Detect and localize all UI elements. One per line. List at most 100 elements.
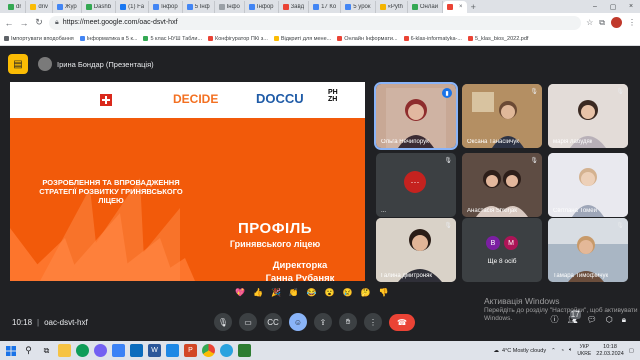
activation-title: Активація Windows: [484, 296, 560, 306]
reload-icon[interactable]: ↻: [34, 17, 44, 28]
mail-icon[interactable]: [130, 344, 143, 357]
search-icon[interactable]: ⚲: [22, 344, 35, 357]
participant-tile[interactable]: 🎙︎ Оксана Танасійчук: [462, 84, 542, 148]
bookmark-label: 6-klas-informatyka-...: [410, 35, 462, 42]
address-bar[interactable]: 🔒︎ https://meet.google.com/oac-dsvt-hxf: [49, 15, 582, 30]
browser-toolbar: ← → ↻ 🔒︎ https://meet.google.com/oac-dsv…: [0, 13, 640, 32]
back-icon[interactable]: ←: [4, 18, 14, 28]
call-controls: 🎙︎ ▭ CC ☺ ⇪ ✋︎ ⋮ ☎︎: [214, 313, 415, 331]
volume-icon[interactable]: 🔈︎: [569, 347, 572, 354]
reaction-clap-icon[interactable]: 👏: [289, 285, 299, 301]
participant-tile[interactable]: 🎙︎ марія лабудяк: [548, 84, 628, 148]
windows-activation-watermark: Активація Windows Перейдіть до розділу "…: [484, 296, 640, 323]
browser-tab[interactable]: Інфо: [215, 1, 245, 13]
powerpoint-icon[interactable]: P: [184, 344, 197, 357]
bookmark-item[interactable]: 5_klas_bios_2022.pdf: [467, 35, 529, 42]
new-tab-button[interactable]: +: [467, 1, 480, 13]
present-button[interactable]: ⇪: [314, 313, 332, 331]
minimize-icon[interactable]: –: [586, 3, 604, 10]
extensions-icon[interactable]: ⧉: [599, 18, 605, 28]
browser-tab[interactable]: Інфор: [149, 1, 183, 13]
presenter-bar: ▤ Ірина Бондар (Презентація): [0, 47, 640, 81]
bookmark-item[interactable]: Конфігуратор ПКі з...: [208, 36, 268, 42]
mic-toggle-button[interactable]: 🎙︎: [214, 313, 232, 331]
tab-active[interactable]: ×: [443, 1, 467, 13]
reaction-party-icon[interactable]: 🎉: [271, 285, 281, 301]
cloud-icon: ☁: [493, 347, 500, 354]
more-vert-icon: ⋮: [369, 317, 377, 327]
reactions-button[interactable]: ☺: [289, 313, 307, 331]
presentation-slide: DECIDE DOCCU PH ZH Розроблення та впрова…: [10, 82, 365, 281]
slide-role: Директорка: [272, 260, 328, 271]
store-icon[interactable]: [112, 344, 125, 357]
tab-favicon-icon: [153, 4, 160, 10]
participant-tile[interactable]: ▮ Ольга Нечипорук: [374, 82, 458, 150]
network-icon[interactable]: ◔: [561, 348, 564, 354]
forward-icon[interactable]: →: [19, 18, 29, 28]
tab-title: 5 урок: [353, 4, 371, 10]
edge-icon[interactable]: [76, 344, 89, 357]
participant-tile[interactable]: 🎙︎ Світлана Томей: [548, 153, 628, 217]
browser-tab[interactable]: 5 урок: [341, 1, 376, 13]
green-app-icon[interactable]: [238, 344, 251, 357]
browser-tab[interactable]: Онлай: [408, 1, 444, 13]
reaction-surprised-icon[interactable]: 😮: [325, 285, 335, 301]
reaction-sad-icon[interactable]: 😢: [343, 285, 353, 301]
file-explorer-icon[interactable]: [58, 344, 71, 357]
close-icon[interactable]: ×: [622, 3, 640, 10]
tab-favicon-icon: [248, 4, 255, 10]
browser-tab[interactable]: Dashb: [82, 1, 117, 13]
browser-tab[interactable]: «Pyth: [376, 1, 408, 13]
weather-widget[interactable]: ☁ 4°C Mostly cloudy: [494, 348, 547, 354]
tab-favicon-icon: [120, 4, 127, 10]
chrome-icon[interactable]: [202, 344, 215, 357]
notifications-icon[interactable]: ▢: [629, 348, 634, 354]
reaction-thumbs-down-icon[interactable]: 👎: [379, 285, 389, 301]
browser-tab[interactable]: 5 Інф: [183, 1, 215, 13]
tab-close-icon[interactable]: ×: [459, 4, 463, 10]
clock[interactable]: 10:18 22.03.2024: [596, 344, 624, 358]
camera-toggle-button[interactable]: ▭: [239, 313, 257, 331]
photos-icon[interactable]: [166, 344, 179, 357]
bookmark-label: 5_klas_bios_2022.pdf: [474, 35, 529, 42]
reaction-thinking-icon[interactable]: 🤔: [361, 285, 371, 301]
bookmark-item[interactable]: 5 клас НУШ Табли...: [143, 36, 202, 42]
browser-tab[interactable]: Інфор: [245, 1, 279, 13]
participant-tile[interactable]: 🎙︎ Анастасія Shkirjak: [462, 153, 542, 217]
browser-tab[interactable]: Завд: [279, 1, 310, 13]
bookmark-item[interactable]: Онлайн Інформати...: [337, 36, 398, 42]
browser-tab[interactable]: dr: [4, 1, 27, 13]
input-language[interactable]: УКР UKRE: [577, 344, 591, 358]
browser-tab[interactable]: driv: [26, 1, 54, 13]
participant-tile[interactable]: 🎙︎ Галина дмитроняк: [376, 218, 456, 282]
bookmark-item[interactable]: Інформатика в 5 к...: [79, 36, 137, 42]
raise-hand-button[interactable]: ✋︎: [339, 313, 357, 331]
bookmark-item[interactable]: 6-klas-informatyka-...: [403, 35, 462, 42]
reaction-laugh-icon[interactable]: 😂: [307, 285, 317, 301]
participant-tile[interactable]: ··· 🎙︎ ...: [376, 153, 456, 217]
reaction-heart-icon[interactable]: 💖: [235, 285, 245, 301]
more-options-button[interactable]: ⋮: [364, 313, 382, 331]
bookmark-item[interactable]: Відкриті для мене...: [273, 36, 331, 42]
task-view-icon[interactable]: ⧉: [40, 344, 53, 357]
mic-off-icon: 🎙︎: [616, 89, 624, 95]
tray-chevron-icon[interactable]: ⌃: [551, 348, 556, 354]
word-icon[interactable]: W: [148, 344, 161, 357]
profile-avatar[interactable]: [611, 17, 622, 28]
browser-tab[interactable]: 17 Ко: [309, 1, 342, 13]
menu-icon[interactable]: ⋮: [628, 18, 636, 27]
start-button[interactable]: [4, 344, 17, 357]
reaction-thumbs-up-icon[interactable]: 👍: [253, 285, 263, 301]
star-icon[interactable]: ☆: [586, 18, 593, 27]
more-participants-tile[interactable]: B M Ще 8 осіб: [462, 218, 542, 282]
captions-button[interactable]: CC: [264, 313, 282, 331]
telegram-icon[interactable]: [220, 344, 233, 357]
bookmark-item[interactable]: Імпортувати вподобання: [4, 36, 74, 42]
viber-icon[interactable]: [94, 344, 107, 357]
browser-tab[interactable]: Жур: [53, 1, 82, 13]
maximize-icon[interactable]: ▢: [604, 3, 622, 11]
participant-name: Анастасія Shkirjak: [467, 208, 518, 214]
participant-tile[interactable]: 🎙︎ Тамара Тимофійчук: [548, 218, 628, 282]
leave-call-button[interactable]: ☎︎: [389, 313, 415, 331]
browser-tab[interactable]: (1) Fa: [116, 1, 150, 13]
